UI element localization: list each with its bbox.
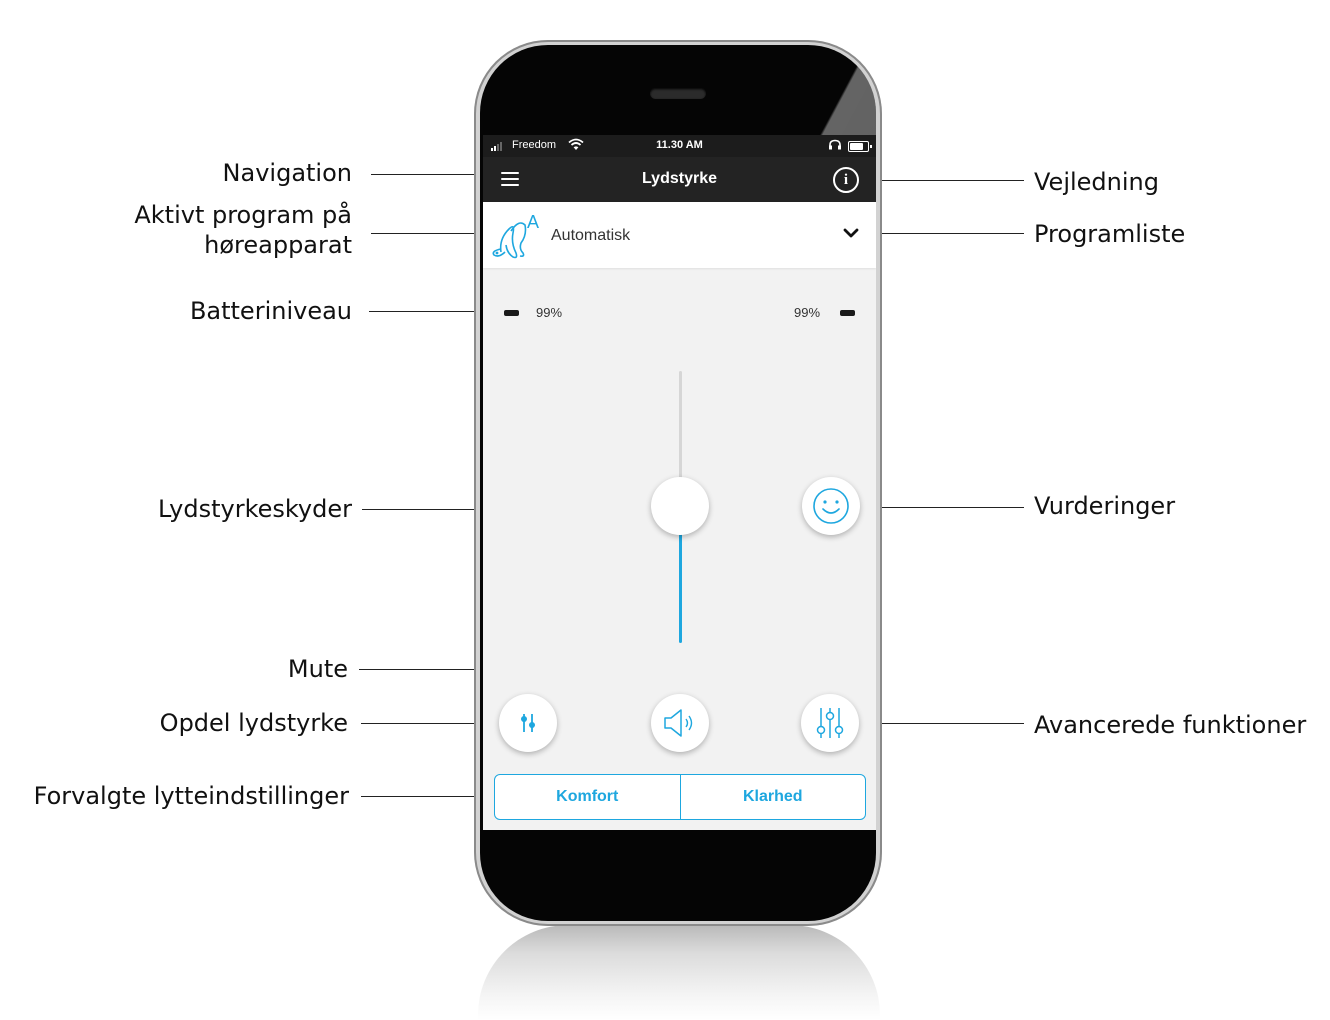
preset-segmented-control: Komfort Klarhed <box>494 774 866 820</box>
nav-bar: Lydstyrke i <box>483 157 876 202</box>
hearing-aid-icon: A <box>492 212 539 259</box>
equalizer-icon <box>816 708 844 738</box>
label-mute: Mute <box>287 655 348 683</box>
label-active-program-2: høreapparat <box>204 231 352 259</box>
page-title: Lydstyrke <box>642 170 717 187</box>
split-sliders-icon <box>521 714 535 732</box>
ratings-button[interactable] <box>802 477 860 535</box>
volume-track-active[interactable] <box>679 533 682 643</box>
program-name: Automatisk <box>551 227 631 244</box>
volume-slider-thumb[interactable] <box>651 477 709 535</box>
phone-reflection <box>478 925 880 1020</box>
advanced-functions-button[interactable] <box>801 694 859 752</box>
app-screen: Freedom 11.30 AM Lydstyrke i A Automatis… <box>483 135 876 830</box>
leader-advanced <box>862 723 1024 724</box>
label-active-program-1: Aktivt program på <box>134 201 352 229</box>
chevron-down-icon[interactable] <box>843 227 859 239</box>
headphones-icon <box>829 139 841 150</box>
program-badge: A <box>527 212 539 232</box>
label-ratings: Vurderinger <box>1034 492 1176 520</box>
preset-clarity-button[interactable]: Klarhed <box>679 775 866 819</box>
program-selector[interactable]: A Automatisk <box>483 202 876 268</box>
speaker-icon <box>664 709 693 737</box>
mute-button[interactable] <box>651 694 709 752</box>
label-program-list: Programliste <box>1034 220 1186 248</box>
battery-right-value: 99% <box>794 305 821 320</box>
label-volume-slider: Lydstyrkeskyder <box>157 495 352 523</box>
label-navigation: Navigation <box>222 159 352 187</box>
smiley-icon <box>813 488 849 524</box>
label-advanced: Avancerede funktioner <box>1034 711 1307 739</box>
battery-left-value: 99% <box>536 305 563 320</box>
phone-battery-icon <box>848 141 872 152</box>
battery-left-icon <box>504 310 519 316</box>
label-guide: Vejledning <box>1034 168 1159 196</box>
split-volume-button[interactable] <box>499 694 557 752</box>
label-battery: Batteriniveau <box>189 297 352 325</box>
label-presets: Forvalgte lytteindstillinger <box>33 782 349 810</box>
label-split-volume: Opdel lydstyrke <box>159 709 348 737</box>
leader-program-list <box>862 233 1024 234</box>
preset-comfort-button[interactable]: Komfort <box>495 775 680 819</box>
phone-speaker <box>650 88 706 99</box>
status-bar: Freedom 11.30 AM <box>483 135 876 157</box>
leader-guide <box>864 180 1024 181</box>
status-time: 11.30 AM <box>656 139 703 151</box>
battery-right-icon <box>840 310 855 316</box>
leader-ratings <box>864 507 1024 508</box>
info-icon[interactable]: i <box>833 167 859 193</box>
